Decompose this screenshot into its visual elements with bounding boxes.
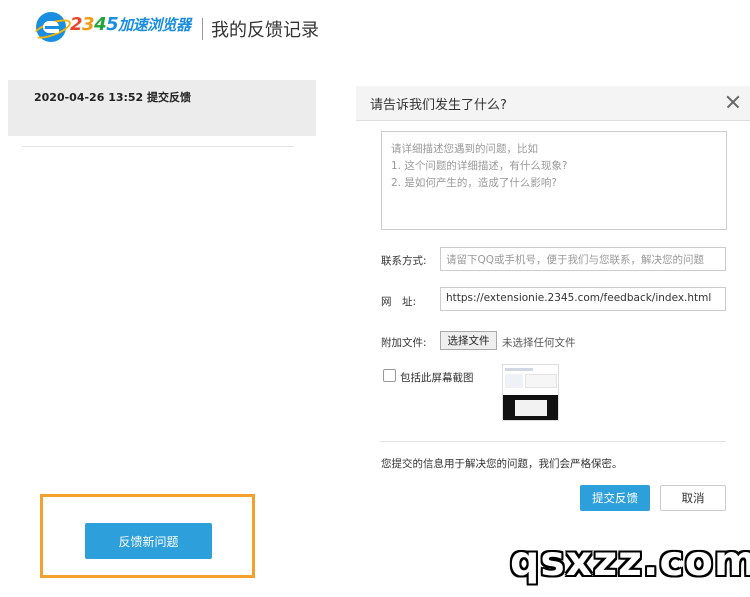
- browser-logo-icon: [30, 12, 74, 43]
- cancel-button[interactable]: 取消: [660, 485, 726, 511]
- screenshot-checkbox-label[interactable]: 包括此屏幕截图: [400, 370, 474, 385]
- header-divider: [202, 18, 203, 40]
- choose-file-button[interactable]: 选择文件: [440, 331, 497, 350]
- contact-label: 联系方式:: [381, 255, 427, 267]
- site-watermark: qsxzz.com: [510, 537, 750, 585]
- screenshot-thumbnail: [502, 364, 559, 421]
- contact-input[interactable]: 请留下QQ或手机号，便于我们与您联系，解决您的问题: [440, 247, 726, 271]
- privacy-note: 您提交的信息用于解决您的问题，我们会严格保密。: [381, 458, 623, 470]
- description-placeholder-line: 请详细描述您遇到的问题，比如: [391, 143, 538, 155]
- contact-placeholder: 请留下QQ或手机号，便于我们与您联系，解决您的问题: [446, 254, 705, 266]
- attachment-label: 附加文件:: [381, 337, 427, 349]
- url-value: https://extensionie.2345.com/feedback/in…: [446, 292, 712, 304]
- url-label: 网 址:: [381, 296, 417, 308]
- dialog-title: 请告诉我们发生了什么?: [370, 98, 507, 113]
- file-status: 未选择任何文件: [502, 337, 576, 349]
- page-title: 我的反馈记录: [211, 20, 319, 41]
- brand-logo-text: 2345加速浏览器: [70, 14, 191, 35]
- url-input[interactable]: https://extensionie.2345.com/feedback/in…: [440, 287, 726, 311]
- record-divider: [22, 146, 294, 147]
- description-placeholder-line: 2. 是如何产生的，造成了什么影响?: [391, 177, 557, 189]
- close-icon[interactable]: [725, 94, 741, 110]
- new-feedback-button[interactable]: 反馈新问题: [85, 523, 212, 559]
- dialog-divider: [380, 441, 726, 442]
- feedback-record-label: 2020-04-26 13:52 提交反馈: [34, 91, 192, 104]
- description-placeholder-line: 1. 这个问题的详细描述，有什么现象?: [391, 160, 568, 172]
- screenshot-checkbox[interactable]: [383, 369, 396, 382]
- submit-feedback-button[interactable]: 提交反馈: [580, 485, 650, 511]
